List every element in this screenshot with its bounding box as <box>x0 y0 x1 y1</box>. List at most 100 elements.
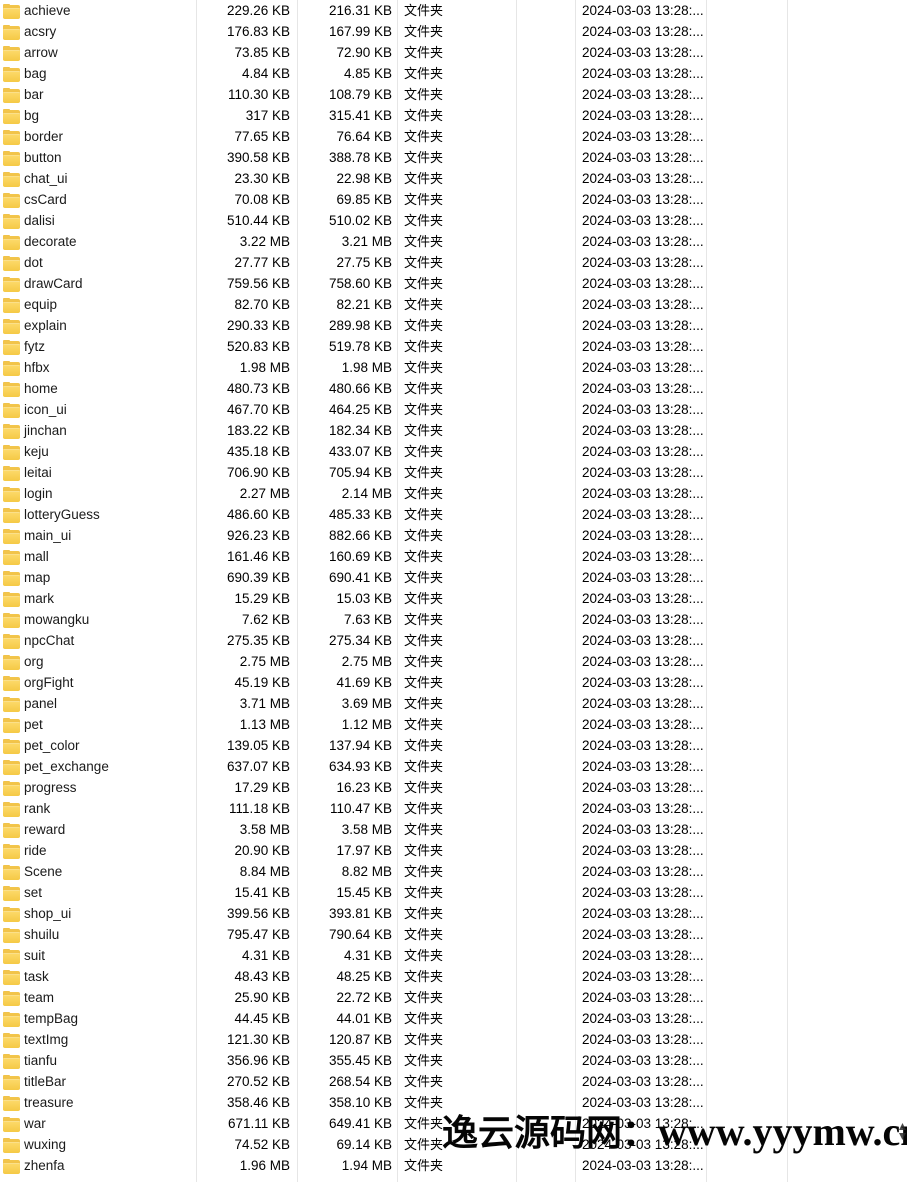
table-row[interactable]: dalisi 510.44 KB 510.02 KB 文件夹 2024-03-03 13… <box>0 210 907 231</box>
table-row[interactable]: dot 27.77 KB 27.75 KB 文件夹 2024-03-03 13:28:.… <box>0 252 907 273</box>
table-row[interactable]: titleBar 270.52 KB 268.54 KB 文件夹 2024-03-03 … <box>0 1071 907 1092</box>
cell-name[interactable]: bag <box>0 63 190 84</box>
table-row[interactable]: task 48.43 KB 48.25 KB 文件夹 2024-03-03 13:28:… <box>0 966 907 987</box>
cell-name[interactable]: bg <box>0 105 190 126</box>
table-row[interactable]: lotteryGuess 486.60 KB 485.33 KB 文件夹 2024-03… <box>0 504 907 525</box>
table-row[interactable]: fytz 520.83 KB 519.78 KB 文件夹 2024-03-03 13:2… <box>0 336 907 357</box>
cell-name[interactable]: Scene <box>0 861 190 882</box>
table-row[interactable]: ride 20.90 KB 17.97 KB 文件夹 2024-03-03 13:28:… <box>0 840 907 861</box>
table-row[interactable]: equip 82.70 KB 82.21 KB 文件夹 2024-03-03 13:28… <box>0 294 907 315</box>
cell-name[interactable]: pet_exchange <box>0 756 190 777</box>
cell-name[interactable]: achieve <box>0 0 190 21</box>
cell-name[interactable]: mark <box>0 588 190 609</box>
table-row[interactable]: suit 4.31 KB 4.31 KB 文件夹 2024-03-03 13:28:..… <box>0 945 907 966</box>
cell-name[interactable]: task <box>0 966 190 987</box>
cell-name[interactable]: border <box>0 126 190 147</box>
table-row[interactable]: pet 1.13 MB 1.12 MB 文件夹 2024-03-03 13:28:... <box>0 714 907 735</box>
table-row[interactable]: textImg 121.30 KB 120.87 KB 文件夹 2024-03-03 1… <box>0 1029 907 1050</box>
cell-name[interactable]: jinchan <box>0 420 190 441</box>
cell-name[interactable]: home <box>0 378 190 399</box>
cell-name[interactable]: shop_ui <box>0 903 190 924</box>
cell-name[interactable]: acsry <box>0 21 190 42</box>
file-list-view[interactable]: achieve 229.26 KB 216.31 KB 文件夹 2024-03-03 1… <box>0 0 907 1182</box>
table-row[interactable]: decorate 3.22 MB 3.21 MB 文件夹 2024-03-03 13:2… <box>0 231 907 252</box>
cell-name[interactable]: tempBag <box>0 1008 190 1029</box>
table-row[interactable]: team 25.90 KB 22.72 KB 文件夹 2024-03-03 13:28:… <box>0 987 907 1008</box>
cell-name[interactable]: team <box>0 987 190 1008</box>
cell-name[interactable]: wuxing <box>0 1134 190 1155</box>
table-row[interactable]: set 15.41 KB 15.45 KB 文件夹 2024-03-03 13:28:.… <box>0 882 907 903</box>
cell-name[interactable]: leitai <box>0 462 190 483</box>
table-row[interactable]: pet_color 139.05 KB 137.94 KB 文件夹 2024-03-03… <box>0 735 907 756</box>
table-row[interactable]: tempBag 44.45 KB 44.01 KB 文件夹 2024-03-03 13:… <box>0 1008 907 1029</box>
table-row[interactable]: npcChat 275.35 KB 275.34 KB 文件夹 2024-03-03 1… <box>0 630 907 651</box>
cell-name[interactable]: pet <box>0 714 190 735</box>
cell-name[interactable]: equip <box>0 294 190 315</box>
cell-name[interactable]: mowangku <box>0 609 190 630</box>
table-row[interactable]: Scene 8.84 MB 8.82 MB 文件夹 2024-03-03 13:28:.… <box>0 861 907 882</box>
table-row[interactable]: orgFight 45.19 KB 41.69 KB 文件夹 2024-03-03 13… <box>0 672 907 693</box>
cell-name[interactable]: ride <box>0 840 190 861</box>
cell-name[interactable]: lotteryGuess <box>0 504 190 525</box>
cell-name[interactable]: shuilu <box>0 924 190 945</box>
cell-name[interactable]: bar <box>0 84 190 105</box>
table-row[interactable]: arrow 73.85 KB 72.90 KB 文件夹 2024-03-03 13:28… <box>0 42 907 63</box>
cell-name[interactable]: war <box>0 1113 190 1134</box>
table-row[interactable]: csCard 70.08 KB 69.85 KB 文件夹 2024-03-03 13:2… <box>0 189 907 210</box>
cell-name[interactable]: hfbx <box>0 357 190 378</box>
table-row[interactable]: main_ui 926.23 KB 882.66 KB 文件夹 2024-03-03 1… <box>0 525 907 546</box>
cell-name[interactable]: suit <box>0 945 190 966</box>
table-row[interactable]: bar 110.30 KB 108.79 KB 文件夹 2024-03-03 13:28… <box>0 84 907 105</box>
table-row[interactable]: zhenfa 1.96 MB 1.94 MB 文件夹 2024-03-03 13:28:… <box>0 1155 907 1176</box>
cell-name[interactable]: pet_color <box>0 735 190 756</box>
table-row[interactable]: bag 4.84 KB 4.85 KB 文件夹 2024-03-03 13:28:... <box>0 63 907 84</box>
table-row[interactable]: chat_ui 23.30 KB 22.98 KB 文件夹 2024-03-03 13:… <box>0 168 907 189</box>
table-row[interactable]: icon_ui 467.70 KB 464.25 KB 文件夹 2024-03-03 1… <box>0 399 907 420</box>
cell-name[interactable]: csCard <box>0 189 190 210</box>
cell-name[interactable]: arrow <box>0 42 190 63</box>
table-row[interactable]: mark 15.29 KB 15.03 KB 文件夹 2024-03-03 13:28:… <box>0 588 907 609</box>
cell-name[interactable]: dot <box>0 252 190 273</box>
cell-name[interactable]: titleBar <box>0 1071 190 1092</box>
table-row[interactable]: shop_ui 399.56 KB 393.81 KB 文件夹 2024-03-03 1… <box>0 903 907 924</box>
table-row[interactable]: explain 290.33 KB 289.98 KB 文件夹 2024-03-03 1… <box>0 315 907 336</box>
table-row[interactable]: progress 17.29 KB 16.23 KB 文件夹 2024-03-03 13… <box>0 777 907 798</box>
cell-name[interactable]: keju <box>0 441 190 462</box>
cell-name[interactable]: mall <box>0 546 190 567</box>
table-row[interactable]: map 690.39 KB 690.41 KB 文件夹 2024-03-03 13:28… <box>0 567 907 588</box>
cell-name[interactable]: orgFight <box>0 672 190 693</box>
cell-name[interactable]: zhenfa <box>0 1155 190 1176</box>
cell-name[interactable]: dalisi <box>0 210 190 231</box>
cell-name[interactable]: textImg <box>0 1029 190 1050</box>
table-row[interactable]: org 2.75 MB 2.75 MB 文件夹 2024-03-03 13:28:... <box>0 651 907 672</box>
table-row[interactable]: war 671.11 KB 649.41 KB 文件夹 2024-03-03 13:28… <box>0 1113 907 1134</box>
cell-name[interactable]: set <box>0 882 190 903</box>
table-row[interactable]: drawCard 759.56 KB 758.60 KB 文件夹 2024-03-03 … <box>0 273 907 294</box>
table-row[interactable]: home 480.73 KB 480.66 KB 文件夹 2024-03-03 13:2… <box>0 378 907 399</box>
cell-name[interactable]: explain <box>0 315 190 336</box>
table-row[interactable]: keju 435.18 KB 433.07 KB 文件夹 2024-03-03 13:2… <box>0 441 907 462</box>
table-row[interactable]: pet_exchange 637.07 KB 634.93 KB 文件夹 2024-03… <box>0 756 907 777</box>
cell-name[interactable]: map <box>0 567 190 588</box>
cell-name[interactable]: rank <box>0 798 190 819</box>
table-row[interactable]: wuxing 74.52 KB 69.14 KB 文件夹 2024-03-03 13:2… <box>0 1134 907 1155</box>
table-row[interactable]: leitai 706.90 KB 705.94 KB 文件夹 2024-03-03 13… <box>0 462 907 483</box>
table-row[interactable]: panel 3.71 MB 3.69 MB 文件夹 2024-03-03 13:28:.… <box>0 693 907 714</box>
table-row[interactable]: treasure 358.46 KB 358.10 KB 文件夹 2024-03-03 … <box>0 1092 907 1113</box>
cell-name[interactable]: button <box>0 147 190 168</box>
table-row[interactable]: mall 161.46 KB 160.69 KB 文件夹 2024-03-03 13:2… <box>0 546 907 567</box>
table-row[interactable]: jinchan 183.22 KB 182.34 KB 文件夹 2024-03-03 1… <box>0 420 907 441</box>
table-row[interactable]: border 77.65 KB 76.64 KB 文件夹 2024-03-03 13:2… <box>0 126 907 147</box>
cell-name[interactable]: chat_ui <box>0 168 190 189</box>
cell-name[interactable]: treasure <box>0 1092 190 1113</box>
cell-name[interactable]: icon_ui <box>0 399 190 420</box>
cell-name[interactable]: fytz <box>0 336 190 357</box>
table-row[interactable]: bg 317 KB 315.41 KB 文件夹 2024-03-03 13:28:... <box>0 105 907 126</box>
table-row[interactable]: tianfu 356.96 KB 355.45 KB 文件夹 2024-03-03 13… <box>0 1050 907 1071</box>
table-row[interactable]: mowangku 7.62 KB 7.63 KB 文件夹 2024-03-03 13:2… <box>0 609 907 630</box>
cell-name[interactable]: org <box>0 651 190 672</box>
cell-name[interactable]: decorate <box>0 231 190 252</box>
table-row[interactable]: achieve 229.26 KB 216.31 KB 文件夹 2024-03-03 1… <box>0 0 907 21</box>
table-row[interactable]: reward 3.58 MB 3.58 MB 文件夹 2024-03-03 13:28:… <box>0 819 907 840</box>
table-row[interactable]: login 2.27 MB 2.14 MB 文件夹 2024-03-03 13:28:.… <box>0 483 907 504</box>
